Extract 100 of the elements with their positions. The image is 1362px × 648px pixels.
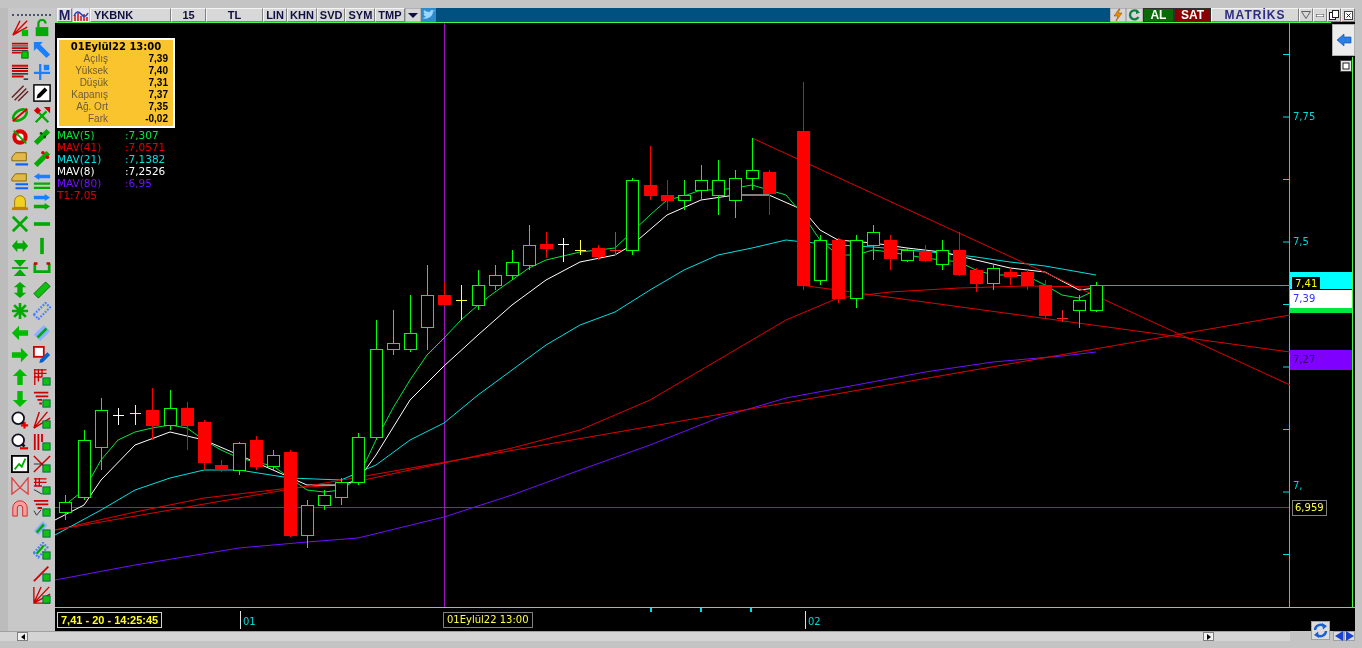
left-triangle-icon [20,633,25,640]
doji-candle [455,284,468,321]
diagonal-band-icon[interactable] [33,520,51,539]
bearish-candle [763,169,776,216]
currency-field[interactable]: TL [206,8,263,22]
bullish-candle [78,429,91,501]
period-field[interactable]: 15 [171,8,206,22]
stacked-lines-icon[interactable] [33,389,51,408]
refresh-icon[interactable] [1311,621,1330,640]
ruler-icon[interactable] [33,149,51,168]
last-price-label: 7,41 [1292,277,1321,291]
bell-icon[interactable] [11,193,29,212]
fan-lines-icon[interactable] [33,411,51,430]
diagonal-band-icon[interactable] [33,280,51,299]
info-value: 7,31 [147,77,168,89]
bullish-candle [987,264,1000,291]
bullish-candle [506,249,519,281]
angled-line-icon[interactable] [33,563,51,582]
doji-candle [129,404,142,426]
scroll-right-button[interactable] [1203,632,1214,641]
brand-button[interactable]: MATRİKS [1211,8,1299,22]
bearish-candle [644,145,657,201]
hatched-band-icon[interactable] [33,542,51,561]
trade-button[interactable]: SAT [1173,8,1211,22]
bullish-candle [318,489,331,511]
toolbar-button[interactable]: KHN [287,8,317,22]
ingot-icon[interactable] [11,149,29,168]
window-icon[interactable] [1340,60,1352,72]
toolbar-button[interactable]: SVD [316,8,346,22]
bearish-candle [198,419,211,471]
bullish-candle [335,477,348,506]
next-button[interactable] [1344,631,1355,641]
restore-button[interactable] [1327,8,1341,22]
left-triangle-icon [1334,631,1343,641]
crosshair-price-label: 6,959 [1292,500,1327,516]
indicator-label: MAV(41) [57,141,102,153]
hatched-band-icon[interactable] [33,302,51,321]
bearish-candle [250,435,263,471]
info-label: Açılış [82,53,108,65]
indicator-value: :7,2526 [125,165,166,177]
options-button[interactable] [1299,8,1313,22]
logo-button[interactable]: M [57,8,72,22]
info-label: Düşük [78,77,108,89]
info-label: Kapanış [70,89,108,101]
date-axis-label: 02 [808,616,821,628]
toolbar-button[interactable]: TMP [375,8,405,22]
ruler-icon[interactable] [33,128,51,146]
ingot-icon[interactable] [11,171,29,190]
bullish-candle [729,169,742,219]
fan-lines-icon[interactable] [33,585,51,604]
bearish-candle [438,281,451,307]
info-label: Ağ. Ort [75,101,108,113]
converging-arrows-icon[interactable] [11,258,29,277]
bearish-candle [919,244,932,263]
bearish-candle [215,459,228,473]
cross-arrows-icon[interactable] [11,215,29,234]
previous-button[interactable] [1333,631,1344,641]
minimize-button[interactable] [1313,8,1327,22]
info-label: Yüksek [74,65,108,77]
pencil-icon[interactable] [33,84,51,103]
zoom-in-icon[interactable] [11,411,29,430]
fan-lines-icon[interactable] [11,19,29,37]
parallel-lines-icon[interactable] [11,84,29,103]
minimize-icon [1316,13,1324,17]
tools-icon[interactable] [33,106,51,125]
symbol-field[interactable]: YKBNK [90,8,171,22]
doji-candle [574,239,587,256]
info-value: 7,39 [147,53,168,65]
grid-tile-icon[interactable] [33,367,51,386]
stacked-lines-icon[interactable] [33,498,51,517]
target-icon[interactable] [11,128,29,146]
star-icon[interactable] [11,302,29,321]
cross-lines-icon[interactable] [33,454,51,473]
bearish-candle [1004,267,1017,286]
panel-toggle-button[interactable] [1332,24,1355,56]
scroll-left-button[interactable] [17,632,28,641]
left-arrow-lines-icon[interactable] [33,171,51,190]
info-value: 7,35 [147,101,168,113]
chart-icon[interactable] [11,454,29,473]
bearish-candle [1021,269,1034,291]
toolbar-button[interactable]: LIN [263,8,287,22]
magnet-icon[interactable] [11,498,29,517]
close-button[interactable] [1341,8,1355,22]
bullish-candle [1073,294,1086,329]
vertical-lines-icon[interactable] [33,433,51,452]
trade-button[interactable]: AL [1142,8,1174,22]
bullish-candle [901,247,914,263]
horizontal-lines-icon[interactable] [11,62,29,81]
horizontal-lines-icon[interactable] [11,40,29,59]
right-arrow-lines-icon[interactable] [33,193,51,212]
grid-tile-icon[interactable] [33,476,51,495]
bullish-candle [267,449,280,471]
info-label: Fark [87,113,108,125]
zoom-out-icon[interactable] [11,433,29,452]
price-tick-label: 7, [1293,480,1303,492]
bullish-candle [867,224,880,261]
bearish-candle [592,244,605,261]
toolbar-button[interactable]: SYM [345,8,376,22]
chart-wave-icon[interactable] [73,8,89,22]
horizontal-scrollbar[interactable] [0,631,1290,641]
